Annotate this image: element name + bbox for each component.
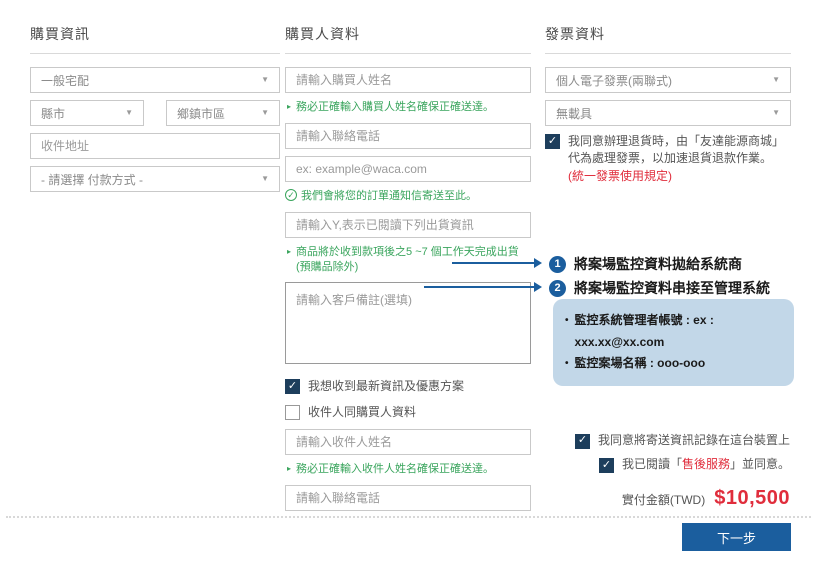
buyer-name-hint: ▸ 務必正確輸入購買人姓名確保正確送達。 (285, 100, 531, 115)
read-confirm-input[interactable] (285, 212, 531, 238)
terms-checkrow: ✓ 我已閱讀「售後服務」並同意。 (599, 456, 790, 473)
newsletter-checkbox[interactable]: ✓ (285, 379, 300, 394)
same-as-buyer-checkbox[interactable] (285, 405, 300, 420)
footer-agreements: ✓ 我同意將寄送資訊記錄在這台裝置上 ✓ 我已閱讀「售後服務」並同意。 (575, 432, 790, 474)
annotation-arrow-1 (452, 262, 535, 264)
monitoring-site-line: • 監控案場名稱 : ooo-ooo (565, 353, 782, 375)
number-2-badge-icon: 2 (549, 280, 566, 297)
bullet-icon: • (565, 355, 569, 375)
county-value: 縣市 (41, 105, 65, 122)
hint-marker-icon: ▸ (287, 247, 291, 275)
recipient-name-input[interactable] (285, 429, 531, 455)
annotation-2-text: 將案場監控資料串接至管理系統 (574, 278, 770, 298)
carrier-select[interactable]: 無載具 ▼ (545, 100, 791, 126)
monitoring-account-line: • 監控系統管理者帳號 : ex : xxx.xx@xx.com (565, 310, 782, 353)
buyer-name-input[interactable] (285, 67, 531, 93)
chevron-down-icon: ▼ (772, 76, 780, 84)
buyer-phone-input[interactable] (285, 123, 531, 149)
monitoring-info-box: • 監控系統管理者帳號 : ex : xxx.xx@xx.com • 監控案場名… (553, 299, 794, 386)
chevron-down-icon: ▼ (261, 175, 269, 183)
region-row: 縣市 ▼ 鄉鎮市區 ▼ (30, 100, 280, 133)
purchase-info-section: 購買資訊 一般宅配 ▼ 縣市 ▼ 鄉鎮市區 ▼ - 請選擇 付款方式 - ▼ (30, 24, 280, 199)
terms-label: 我已閱讀「售後服務」並同意。 (622, 456, 790, 473)
invoice-type-value: 個人電子發票(兩聯式) (556, 72, 672, 89)
shipping-method-value: 一般宅配 (41, 72, 89, 89)
shipping-method-select[interactable]: 一般宅配 ▼ (30, 67, 280, 93)
hint-marker-icon: ▸ (287, 464, 291, 477)
bullet-icon: • (565, 312, 569, 353)
address-input[interactable] (30, 133, 280, 159)
email-hint: ✓ 我們會將您的訂單通知信寄送至此。 (285, 189, 531, 204)
chevron-down-icon: ▼ (261, 109, 269, 117)
agree-return-checkrow: ✓ 我同意辦理退貨時，由「友達能源商城」代為處理發票，以加速退貨退款作業。 (統… (545, 133, 791, 185)
agree-return-label: 我同意辦理退貨時，由「友達能源商城」代為處理發票，以加速退貨退款作業。 (統一發… (568, 133, 791, 185)
newsletter-label: 我想收到最新資訊及優惠方案 (308, 378, 464, 395)
district-value: 鄉鎮市區 (177, 105, 225, 122)
same-as-buyer-label: 收件人同購買人資料 (308, 404, 416, 421)
annotation-item-2: 2 將案場監控資料串接至管理系統 (549, 278, 770, 298)
total-amount-row: 實付金額(TWD) $10,500 (622, 487, 790, 510)
shipping-time-hint: ▸ 商品將於收到款項後之5 ~7 個工作天完成出貨(預購品除外) (285, 245, 531, 275)
recipient-name-hint: ▸ 務必正確輸入收件人姓名確保正確送達。 (285, 462, 531, 477)
invoice-rules-link[interactable]: (統一發票使用規定) (568, 169, 672, 183)
agree-return-checkbox[interactable]: ✓ (545, 134, 560, 149)
terms-checkbox[interactable]: ✓ (599, 458, 614, 473)
newsletter-checkrow: ✓ 我想收到最新資訊及優惠方案 (285, 378, 531, 395)
invoice-info-section: 發票資料 個人電子發票(兩聯式) ▼ 無載具 ▼ ✓ 我同意辦理退貨時，由「友達… (545, 24, 791, 193)
carrier-value: 無載具 (556, 105, 592, 122)
chevron-down-icon: ▼ (261, 76, 269, 84)
hint-marker-icon: ▸ (287, 102, 291, 115)
total-amount-value: $10,500 (714, 487, 790, 510)
device-record-label: 我同意將寄送資訊記錄在這台裝置上 (598, 432, 790, 449)
payment-method-select[interactable]: - 請選擇 付款方式 - ▼ (30, 166, 280, 192)
county-select[interactable]: 縣市 ▼ (30, 100, 144, 126)
footer-divider (6, 516, 811, 518)
customer-note-textarea[interactable] (285, 282, 531, 364)
checkout-page: 購買資訊 一般宅配 ▼ 縣市 ▼ 鄉鎮市區 ▼ - 請選擇 付款方式 - ▼ 購… (0, 0, 817, 570)
device-record-checkbox[interactable]: ✓ (575, 434, 590, 449)
after-sales-service-link[interactable]: 售後服務 (682, 457, 730, 471)
chevron-down-icon: ▼ (772, 109, 780, 117)
annotation-arrow-2 (424, 286, 535, 288)
buyer-email-input[interactable] (285, 156, 531, 182)
payment-method-value: - 請選擇 付款方式 - (41, 171, 143, 188)
total-amount-label: 實付金額(TWD) (622, 491, 705, 508)
next-step-button[interactable]: 下一步 (682, 523, 791, 551)
number-1-badge-icon: 1 (549, 256, 566, 273)
annotation-1-text: 將案場監控資料拋給系統商 (574, 254, 742, 274)
same-as-buyer-checkrow: 收件人同購買人資料 (285, 404, 531, 421)
invoice-info-title: 發票資料 (545, 24, 791, 54)
recipient-phone-input[interactable] (285, 485, 531, 511)
buyer-info-title: 購買人資料 (285, 24, 531, 54)
invoice-type-select[interactable]: 個人電子發票(兩聯式) ▼ (545, 67, 791, 93)
district-select[interactable]: 鄉鎮市區 ▼ (166, 100, 280, 126)
chevron-down-icon: ▼ (125, 109, 133, 117)
buyer-info-section: 購買人資料 ▸ 務必正確輸入購買人姓名確保正確送達。 ✓ 我們會將您的訂單通知信… (285, 24, 531, 518)
device-record-checkrow: ✓ 我同意將寄送資訊記錄在這台裝置上 (575, 432, 790, 449)
annotation-item-1: 1 將案場監控資料拋給系統商 (549, 254, 742, 274)
purchase-info-title: 購買資訊 (30, 24, 280, 54)
circle-check-icon: ✓ (285, 189, 297, 201)
